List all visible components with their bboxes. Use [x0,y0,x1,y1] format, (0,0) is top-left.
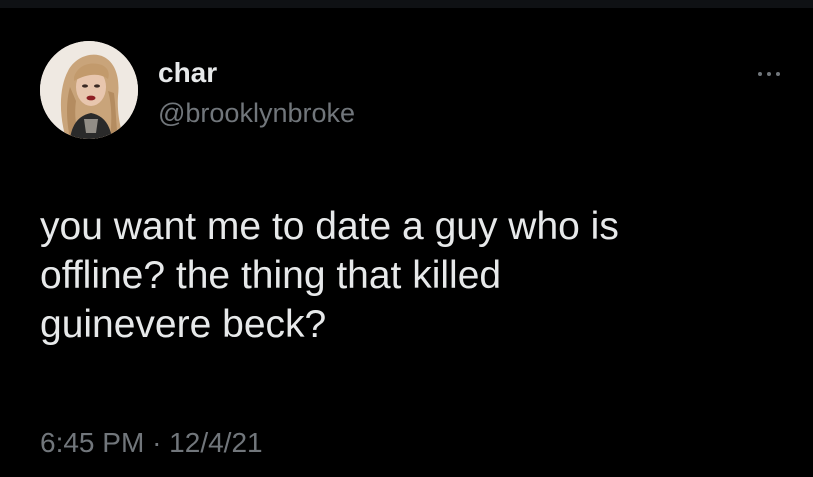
tweet-text-line: guinevere beck? [40,303,327,346]
more-options-button[interactable] [752,62,786,86]
more-horizontal-icon [758,72,780,76]
tweet-card: char @brooklynbroke you want me to date … [0,0,813,477]
meta-separator: · [152,427,162,458]
tweet-text-line: you want me to date a guy who is [40,205,619,248]
tweet-timestamp[interactable]: 6:45 PM · 12/4/21 [40,426,263,460]
user-handle[interactable]: @brooklynbroke [158,96,355,130]
avatar-photo-icon [40,41,138,139]
tweet-time[interactable]: 6:45 PM [40,427,144,458]
tweet-date[interactable]: 12/4/21 [169,427,262,458]
tweet-text: you want me to date a guy who is offline… [40,202,780,349]
display-name[interactable]: char [158,56,217,90]
tweet-text-line: offline? the thing that killed [40,254,502,297]
avatar[interactable] [40,41,138,139]
